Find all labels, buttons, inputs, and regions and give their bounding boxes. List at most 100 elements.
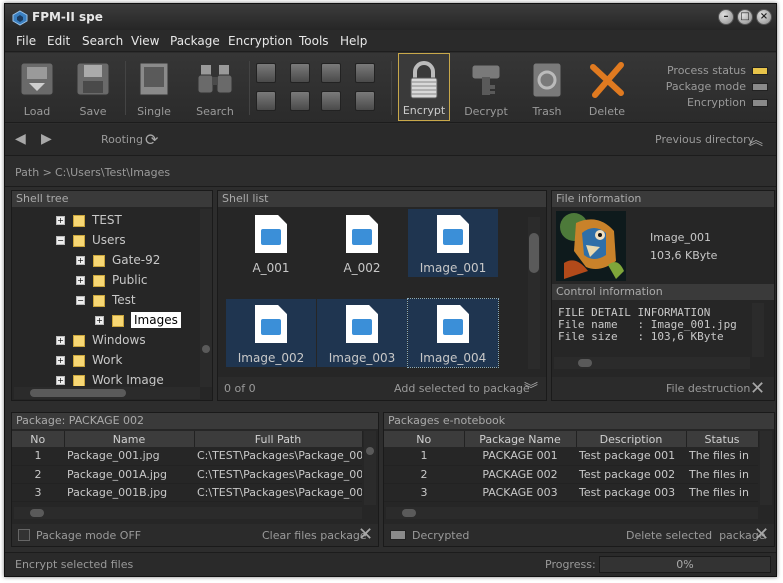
table-row[interactable]: 2 PACKAGE 002 Test package 002 The files in bbox=[384, 465, 758, 484]
file-item[interactable]: Image_004 bbox=[407, 298, 499, 368]
expand-icon[interactable]: + bbox=[76, 256, 85, 265]
package-panel: Package: PACKAGE 002 No Name Full Path 1 Pa… bbox=[11, 412, 379, 547]
expand-icon[interactable]: + bbox=[56, 356, 65, 365]
menu-view[interactable]: View bbox=[131, 34, 159, 48]
notebook-title: Packages e-notebook bbox=[384, 413, 774, 429]
toolbar-separator bbox=[249, 61, 250, 115]
menu-file[interactable]: File bbox=[16, 34, 36, 48]
control-info-scrollbar[interactable] bbox=[752, 303, 764, 357]
tree-item[interactable]: + Gate-92 bbox=[76, 250, 160, 270]
status-bar: Encrypt selected files Progress: 0% bbox=[5, 552, 776, 576]
expand-icon[interactable]: + bbox=[95, 316, 104, 325]
file-item[interactable]: Image_002 bbox=[226, 299, 316, 367]
folder-icon[interactable] bbox=[290, 63, 310, 83]
package-table-scrollbar[interactable] bbox=[364, 431, 376, 505]
tree-item[interactable]: + TEST bbox=[56, 210, 122, 230]
table-row[interactable]: 3 PACKAGE 003 Test package 003 The files in bbox=[384, 483, 758, 502]
collapse-icon[interactable]: − bbox=[76, 296, 85, 305]
delete-package-x-icon[interactable]: ✕ bbox=[754, 524, 769, 545]
menu-bar: File Edit Search View Package Encryption… bbox=[5, 30, 776, 52]
file-info-size: 103,6 KByte bbox=[650, 249, 718, 262]
maximize-button[interactable]: □ bbox=[737, 9, 753, 25]
move-icon[interactable] bbox=[290, 91, 310, 111]
expand-icon[interactable]: + bbox=[56, 336, 65, 345]
file-item[interactable]: Image_003 bbox=[317, 299, 407, 367]
expand-icon[interactable]: + bbox=[76, 276, 85, 285]
expand-icon[interactable]: + bbox=[56, 376, 65, 385]
tree-item[interactable]: + Windows bbox=[56, 330, 146, 350]
padlock-icon bbox=[410, 61, 438, 99]
down-chevron-icon[interactable]: ︾ bbox=[524, 379, 538, 399]
process-status-indicator: Process status bbox=[667, 64, 768, 77]
control-info-hscrollbar[interactable] bbox=[554, 357, 750, 369]
merge-icon[interactable] bbox=[321, 91, 341, 111]
disk-icon[interactable] bbox=[321, 63, 341, 83]
decrypt-button[interactable]: Decrypt bbox=[458, 53, 514, 121]
add-selected-to-package-button[interactable]: Add selected to package bbox=[394, 382, 530, 395]
menu-edit[interactable]: Edit bbox=[47, 34, 70, 48]
path-value[interactable]: C:\Users\Test\Images bbox=[55, 166, 170, 179]
list-vertical-scrollbar[interactable] bbox=[528, 217, 540, 369]
folder-icon bbox=[73, 334, 85, 347]
up-chevron-icon[interactable]: ︽ bbox=[749, 130, 763, 150]
table-row[interactable]: 3 Package_001B.jpg C:\TEST\Packages\Packag… bbox=[12, 483, 362, 502]
notebook-table-scrollbar[interactable] bbox=[760, 431, 772, 505]
package-table-hscrollbar[interactable] bbox=[14, 507, 362, 519]
key-icon bbox=[471, 64, 501, 95]
refresh-icon[interactable]: ⟳ bbox=[145, 130, 158, 149]
single-button[interactable]: Single bbox=[126, 53, 182, 121]
tree-item[interactable]: + Work bbox=[56, 350, 122, 370]
table-row[interactable]: 1 Package_001.jpg C:\TEST\Packages\Package… bbox=[12, 447, 362, 466]
tree-item[interactable]: + Work Image bbox=[56, 370, 164, 386]
delete-button[interactable]: Delete bbox=[579, 53, 635, 121]
menu-tools[interactable]: Tools bbox=[299, 34, 329, 48]
forward-arrow-icon[interactable]: ▶ bbox=[41, 131, 52, 147]
trash-button[interactable]: Trash bbox=[519, 53, 575, 121]
progress-bar: 0% bbox=[599, 556, 771, 573]
menu-help[interactable]: Help bbox=[340, 34, 367, 48]
collapse-icon[interactable]: − bbox=[56, 236, 65, 245]
expand-icon[interactable]: + bbox=[56, 216, 65, 225]
tree-horizontal-scrollbar[interactable] bbox=[14, 387, 200, 399]
file-item[interactable]: Image_001 bbox=[408, 209, 498, 277]
menu-search[interactable]: Search bbox=[82, 34, 123, 48]
minimize-button[interactable]: – bbox=[718, 9, 734, 25]
delete-selected-package-button[interactable]: Delete selected package bbox=[626, 529, 766, 542]
search-button[interactable]: Search bbox=[185, 53, 245, 121]
process-status-led bbox=[752, 67, 768, 75]
clear-x-icon[interactable]: ✕ bbox=[358, 524, 373, 545]
add-file-icon[interactable] bbox=[256, 91, 276, 111]
window-title: FPM-II spe bbox=[32, 10, 103, 24]
file-destruction-button[interactable]: File destruction bbox=[666, 382, 750, 395]
archive-icon[interactable] bbox=[355, 91, 375, 111]
app-window: FPM-II spe – □ × File Edit Search View P… bbox=[4, 3, 777, 577]
file-item[interactable]: A_002 bbox=[317, 209, 407, 277]
tree-vertical-scrollbar[interactable] bbox=[200, 209, 212, 387]
notebook-table-hscrollbar[interactable] bbox=[386, 507, 758, 519]
control-info-text: FILE DETAIL INFORMATION File name : Image… bbox=[558, 306, 737, 343]
tree-item-selected[interactable]: + Images bbox=[95, 310, 181, 330]
tree-item[interactable]: − Test bbox=[76, 290, 136, 310]
file-item[interactable]: A_001 bbox=[226, 209, 316, 277]
binoculars-icon bbox=[197, 65, 233, 94]
load-button[interactable]: Load bbox=[9, 53, 65, 121]
tree-item[interactable]: + Public bbox=[76, 270, 148, 290]
back-arrow-icon[interactable]: ◀ bbox=[15, 131, 26, 147]
tree-item[interactable]: − Users bbox=[56, 230, 126, 250]
menu-package[interactable]: Package bbox=[170, 34, 220, 48]
folder-icon bbox=[73, 354, 85, 367]
close-button[interactable]: × bbox=[756, 9, 772, 25]
menu-encryption[interactable]: Encryption bbox=[228, 34, 292, 48]
save-button[interactable]: Save bbox=[65, 53, 121, 121]
checklist-icon[interactable] bbox=[355, 63, 375, 83]
destruction-x-icon[interactable]: ✕ bbox=[750, 378, 765, 399]
table-row[interactable]: 2 Package_001A.jpg C:\TEST\Packages\Packag… bbox=[12, 465, 362, 484]
package-mode-led bbox=[752, 83, 768, 91]
table-row[interactable]: 1 PACKAGE 001 Test package 001 The files in bbox=[384, 447, 758, 466]
package-table-header: No Name Full Path bbox=[12, 431, 363, 447]
copy-icon[interactable] bbox=[256, 63, 276, 83]
encrypt-button[interactable]: Encrypt bbox=[398, 53, 450, 121]
image-file-icon bbox=[255, 215, 287, 253]
clear-files-package-button[interactable]: Clear files package bbox=[262, 529, 367, 542]
package-mode-checkbox[interactable] bbox=[18, 529, 30, 541]
